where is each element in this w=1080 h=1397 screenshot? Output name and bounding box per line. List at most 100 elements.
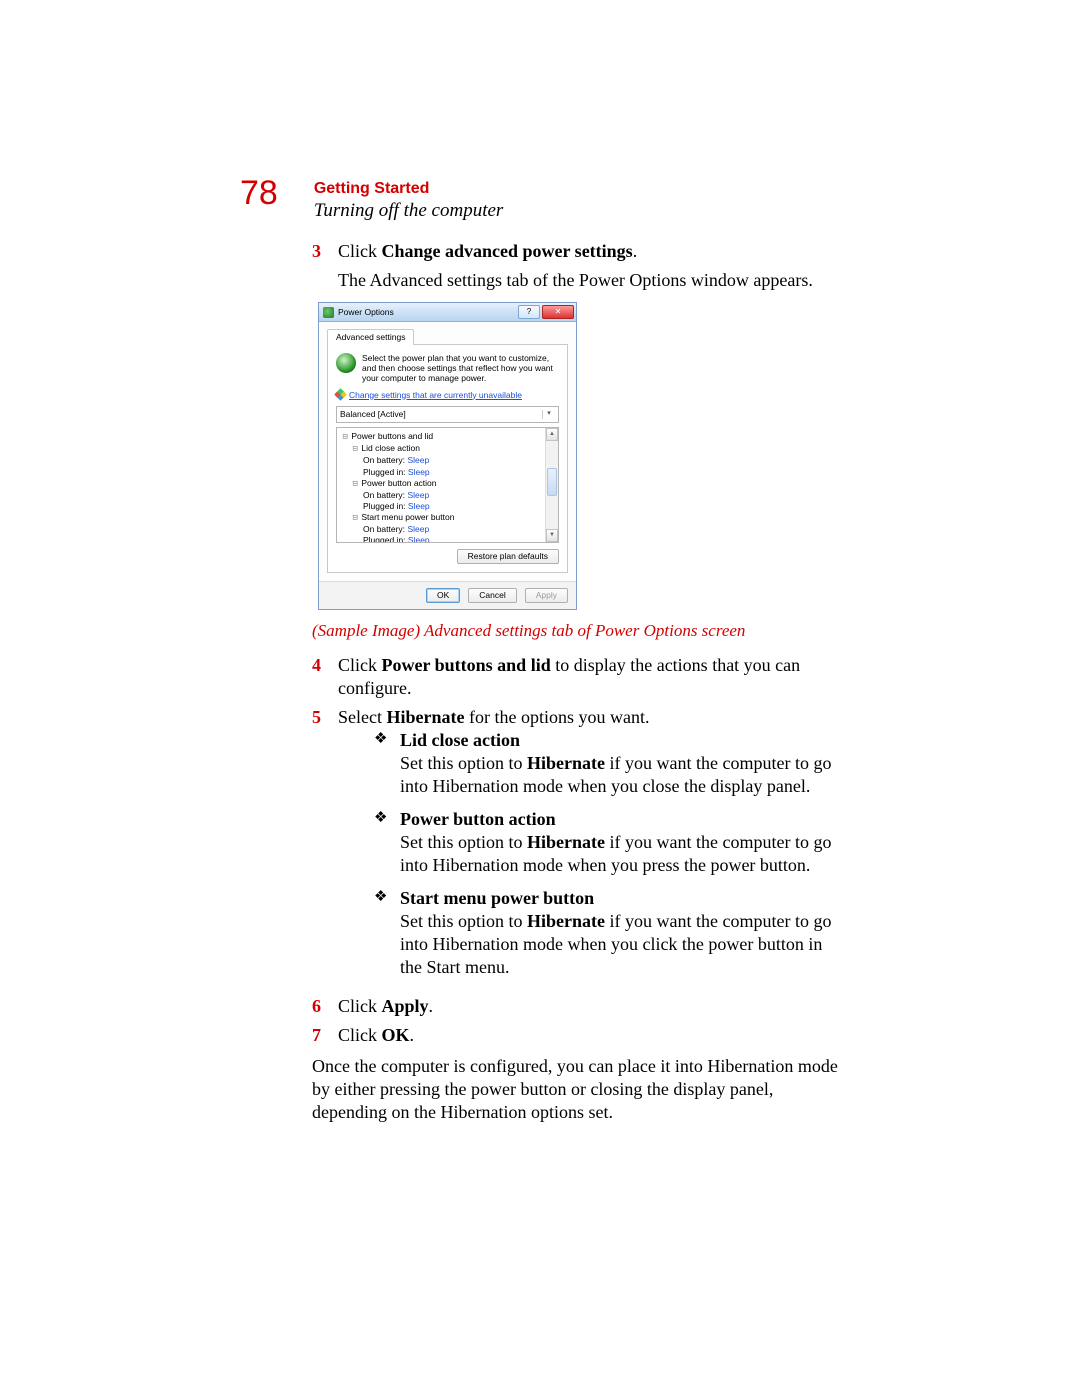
bold-term: Change advanced power settings [382,241,633,261]
step-body: Select Hibernate for the options you wan… [338,706,840,989]
content: 3 Click Change advanced power settings. … [312,240,840,1124]
bullet-start-menu: ❖ Start menu power button Set this optio… [374,887,840,979]
power-plan-icon [336,353,356,373]
bullet-title: Power button action [400,809,556,829]
text: Click [338,241,382,261]
manual-page: 78 Getting Started Turning off the compu… [0,0,1080,1397]
step-number: 3 [312,240,338,263]
tab-advanced-settings[interactable]: Advanced settings [327,329,414,345]
bold-term: Hibernate [527,832,605,852]
step-body: Click OK. [338,1024,840,1047]
collapse-icon[interactable]: ⊟ [351,513,359,524]
dialog-description: Select the power plan that you want to c… [362,353,559,384]
step-3: 3 Click Change advanced power settings. [312,240,840,263]
collapse-icon[interactable]: ⊟ [351,444,359,455]
section-title: Turning off the computer [314,200,503,222]
bullet-power-button: ❖ Power button action Set this option to… [374,808,840,877]
chevron-down-icon: ▾ [542,410,555,419]
bold-term: Hibernate [527,753,605,773]
chapter-block: Getting Started Turning off the computer [314,180,503,222]
tree-value[interactable]: Sleep [407,455,429,465]
text: Set this option to [400,753,527,773]
bullet-list: ❖ Lid close action Set this option to Hi… [374,729,840,979]
tree-value[interactable]: Sleep [407,524,429,534]
page-number: 78 [240,174,278,213]
tree-value[interactable]: Sleep [408,535,430,544]
settings-tree[interactable]: ⊟ Power buttons and lid ⊟ Lid close acti… [336,427,559,543]
tree-pwr: Power button action [361,478,436,488]
text: Set this option to [400,832,527,852]
power-options-dialog: Power Options ? ✕ Advanced settings Sele… [318,302,577,610]
dropdown-value: Balanced [Active] [340,409,406,420]
text: . [633,241,638,261]
step-body: Click Apply. [338,995,840,1018]
tree-key: Plugged in: [363,501,406,511]
step-body: Click Change advanced power settings. [338,240,840,263]
step-number: 6 [312,995,338,1018]
text: . [410,1025,415,1045]
scroll-up-icon[interactable]: ▲ [546,428,558,441]
step-6: 6 Click Apply. [312,995,840,1018]
tree-lid: Lid close action [361,443,420,453]
shield-icon [334,389,347,402]
step-4: 4 Click Power buttons and lid to display… [312,654,840,700]
power-plan-dropdown[interactable]: Balanced [Active] ▾ [336,406,559,423]
text: . [429,996,434,1016]
bold-term: Hibernate [386,707,464,727]
tree-key: On battery: [363,524,405,534]
collapse-icon[interactable]: ⊟ [341,432,349,443]
change-unavailable-link[interactable]: Change settings that are currently unava… [349,390,522,401]
tree-value[interactable]: Sleep [408,501,430,511]
cancel-button[interactable]: Cancel [468,588,516,603]
power-icon [323,307,334,318]
figure-caption: (Sample Image) Advanced settings tab of … [312,620,840,642]
bold-term: Apply [382,996,429,1016]
step-body: Click Power buttons and lid to display t… [338,654,840,700]
close-button[interactable]: ✕ [542,305,574,319]
bullet-title: Start menu power button [400,888,594,908]
bold-term: Power buttons and lid [382,655,551,675]
step-number: 7 [312,1024,338,1047]
text: Set this option to [400,911,527,931]
dialog-titlebar: Power Options ? ✕ [319,303,576,322]
step-7: 7 Click OK. [312,1024,840,1047]
apply-button[interactable]: Apply [525,588,568,603]
bullet-title: Lid close action [400,730,520,750]
scroll-down-icon[interactable]: ▼ [546,529,558,542]
text: Click [338,996,382,1016]
text: Click [338,1025,382,1045]
restore-defaults-button[interactable]: Restore plan defaults [457,549,559,564]
tree-value[interactable]: Sleep [408,467,430,477]
step-number: 5 [312,706,338,989]
bold-term: Hibernate [527,911,605,931]
closing-paragraph: Once the computer is configured, you can… [312,1055,840,1124]
bullet-lid-close: ❖ Lid close action Set this option to Hi… [374,729,840,798]
tree-root: Power buttons and lid [351,431,433,441]
dialog-title: Power Options [338,307,394,318]
tree-key: On battery: [363,455,405,465]
text: for the options you want. [464,707,649,727]
tree-key: Plugged in: [363,535,406,544]
chapter-title: Getting Started [314,180,503,198]
help-button[interactable]: ? [518,305,540,319]
dialog-footer: OK Cancel Apply [319,581,576,609]
ok-button[interactable]: OK [426,588,460,603]
step-5: 5 Select Hibernate for the options you w… [312,706,840,989]
collapse-icon[interactable]: ⊟ [351,479,359,490]
diamond-bullet-icon: ❖ [374,887,400,979]
tree-value[interactable]: Sleep [407,490,429,500]
scroll-thumb[interactable] [547,468,557,496]
tree-key: On battery: [363,490,405,500]
scrollbar[interactable]: ▲ ▼ [545,428,558,542]
diamond-bullet-icon: ❖ [374,808,400,877]
tab-panel: Select the power plan that you want to c… [327,344,568,573]
step-3-sub: The Advanced settings tab of the Power O… [338,269,840,292]
text: Select [338,707,386,727]
step-number: 4 [312,654,338,700]
text: Click [338,655,382,675]
tree-start: Start menu power button [361,512,454,522]
tree-key: Plugged in: [363,467,406,477]
bold-term: OK [382,1025,410,1045]
page-header: 78 Getting Started Turning off the compu… [240,180,840,222]
diamond-bullet-icon: ❖ [374,729,400,798]
